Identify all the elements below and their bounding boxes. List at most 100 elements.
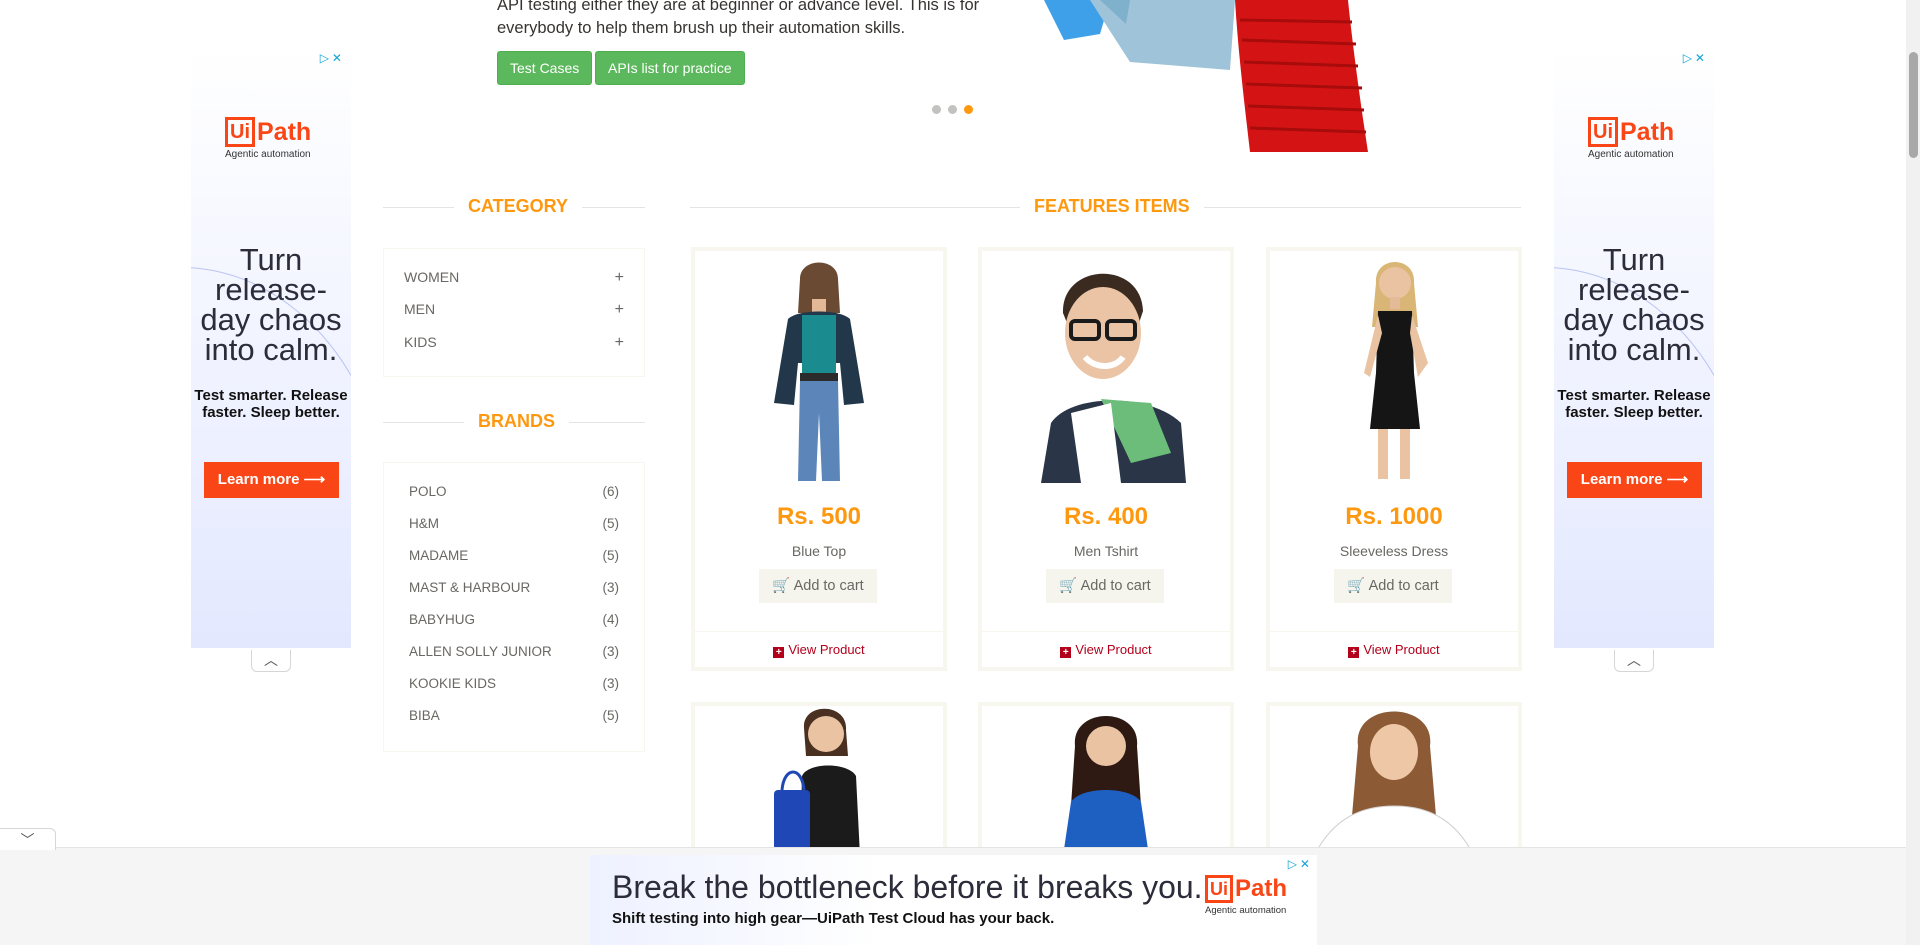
view-product-link[interactable]: + View Product	[1270, 642, 1518, 658]
brand-hm[interactable]: H&M (5)	[409, 516, 619, 531]
slider-dot-3[interactable]	[964, 105, 973, 114]
bottom-ad-tagline: Shift testing into high gear—UiPath Test…	[612, 910, 1055, 927]
brand-name: KOOKIE KIDS	[409, 676, 497, 691]
product-image	[982, 251, 1230, 483]
category-label: MEN	[404, 301, 436, 317]
learn-more-button[interactable]: Learn more ⟶	[1567, 462, 1702, 498]
brand-name: BIBA	[409, 708, 440, 723]
category-label: KIDS	[404, 334, 437, 350]
product-card	[1266, 702, 1522, 862]
ad-tagline: Test smarter. Release faster. Sleep bett…	[194, 387, 348, 421]
cart-icon: 🛒	[1059, 578, 1078, 594]
slider-dot-2[interactable]	[948, 105, 957, 114]
plus-icon[interactable]: +	[615, 301, 624, 319]
brand-name: POLO	[409, 484, 447, 499]
category-women[interactable]: WOMEN +	[404, 269, 624, 287]
brands-panel: POLO (6) H&M (5) MADAME (5) MAST & HARBOUR (…	[383, 462, 645, 752]
brand-polo[interactable]: POLO (6)	[409, 484, 619, 499]
brand-name: H&M	[409, 516, 439, 531]
brand-name: MADAME	[409, 548, 469, 563]
brand-name: BABYHUG	[409, 612, 476, 627]
add-to-cart-label: Add to cart	[1080, 578, 1151, 594]
product-card	[691, 702, 947, 862]
ad-choices-icon[interactable]: ▷✕	[1683, 51, 1708, 65]
category-label: WOMEN	[404, 269, 460, 285]
add-to-cart-button[interactable]: 🛒 Add to cart	[759, 569, 877, 603]
product-image	[695, 706, 943, 856]
product-price: Rs. 500	[776, 503, 862, 530]
card-divider	[695, 631, 943, 632]
arrow-right-icon: ⟶	[1666, 471, 1689, 488]
brand-count: (3)	[602, 580, 620, 595]
learn-more-label: Learn more	[217, 471, 300, 488]
brand-count: (3)	[602, 676, 620, 691]
plus-square-icon: +	[773, 647, 785, 658]
uipath-logo-sub: Agentic automation	[1588, 149, 1674, 160]
collapse-ad-button[interactable]: ︿	[251, 650, 291, 672]
test-cases-button[interactable]: Test Cases	[497, 51, 593, 85]
plus-icon[interactable]: +	[615, 334, 624, 352]
brand-count: (5)	[602, 548, 620, 563]
uipath-logo-text: Path	[1620, 117, 1675, 146]
plus-icon[interactable]: +	[615, 269, 624, 287]
ad-choices-icon[interactable]: ▷✕	[1288, 857, 1313, 871]
card-divider	[982, 631, 1230, 632]
brand-mast-harbour[interactable]: MAST & HARBOUR (3)	[409, 580, 619, 595]
brand-biba[interactable]: BIBA (5)	[409, 708, 619, 723]
product-card: Rs. 400 Men Tshirt 🛒 Add to cart + View P…	[978, 247, 1234, 671]
bottom-banner-ad[interactable]: ▷✕ Break the bottleneck before it breaks…	[590, 855, 1317, 945]
product-image	[982, 706, 1230, 856]
brand-kookie-kids[interactable]: KOOKIE KIDS (3)	[409, 676, 619, 691]
brand-count: (3)	[602, 644, 620, 659]
ad-headline: Turn release-day chaos into calm.	[200, 242, 342, 367]
view-product-link[interactable]: + View Product	[695, 642, 943, 658]
uipath-logo-sub: Agentic automation	[225, 149, 311, 160]
collapse-bottom-ad-button[interactable]: ﹀	[0, 828, 56, 850]
brand-allen-solly-junior[interactable]: ALLEN SOLLY JUNIOR (3)	[409, 644, 619, 659]
ad-choices-icon[interactable]: ▷✕	[320, 51, 345, 65]
product-name: Sleeveless Dress	[1339, 543, 1449, 559]
collapse-ad-button[interactable]: ︿	[1614, 650, 1654, 672]
cart-icon: 🛒	[772, 578, 791, 594]
add-to-cart-button[interactable]: 🛒 Add to cart	[1334, 569, 1452, 603]
uipath-logo-box: Ui	[1205, 875, 1233, 903]
view-product-label: View Product	[1075, 642, 1152, 657]
card-divider	[1270, 631, 1518, 632]
product-name: Men Tshirt	[1073, 543, 1139, 559]
hero-image	[1030, 0, 1410, 152]
brands-title: BRANDS	[464, 411, 570, 431]
product-image	[695, 251, 943, 483]
brand-babyhug[interactable]: BABYHUG (4)	[409, 612, 619, 627]
category-men[interactable]: MEN +	[404, 301, 624, 319]
uipath-logo-box: Ui	[225, 117, 255, 147]
apis-list-button[interactable]: APIs list for practice	[595, 51, 745, 85]
product-image	[1270, 251, 1518, 483]
right-side-ad[interactable]: ▷✕ Ui Path Agentic automation Turn relea…	[1554, 47, 1714, 648]
uipath-logo: Ui Path Agentic automation	[225, 117, 311, 160]
chevron-down-icon: ﹀	[20, 832, 35, 848]
chevron-up-icon: ︿	[264, 652, 278, 668]
brand-madame[interactable]: MADAME (5)	[409, 548, 619, 563]
left-side-ad[interactable]: ▷✕ Ui Path Agentic automation Turn relea…	[191, 47, 351, 648]
bottom-ad-headline: Break the bottleneck before it breaks yo…	[612, 869, 1203, 905]
product-name: Blue Top	[791, 543, 847, 559]
brand-name: ALLEN SOLLY JUNIOR	[409, 644, 552, 659]
page-scrollbar[interactable]	[1906, 0, 1920, 945]
arrow-right-icon: ⟶	[303, 471, 326, 488]
add-to-cart-button[interactable]: 🛒 Add to cart	[1046, 569, 1164, 603]
features-title: FEATURES ITEMS	[1020, 196, 1204, 216]
brand-count: (6)	[602, 484, 620, 499]
category-kids[interactable]: KIDS +	[404, 334, 624, 352]
product-price: Rs. 400	[1063, 503, 1149, 530]
view-product-label: View Product	[788, 642, 865, 657]
learn-more-button[interactable]: Learn more ⟶	[204, 462, 339, 498]
hero-text: API testing either they are at beginner …	[497, 0, 980, 37]
uipath-logo: Ui Path Agentic automation	[1588, 117, 1674, 160]
uipath-logo-sub: Agentic automation	[1205, 905, 1287, 916]
plus-square-icon: +	[1348, 647, 1360, 658]
scrollbar-thumb[interactable]	[1909, 52, 1918, 158]
view-product-link[interactable]: + View Product	[982, 642, 1230, 658]
product-card	[978, 702, 1234, 862]
brand-count: (5)	[602, 708, 620, 723]
slider-dot-1[interactable]	[932, 105, 941, 114]
